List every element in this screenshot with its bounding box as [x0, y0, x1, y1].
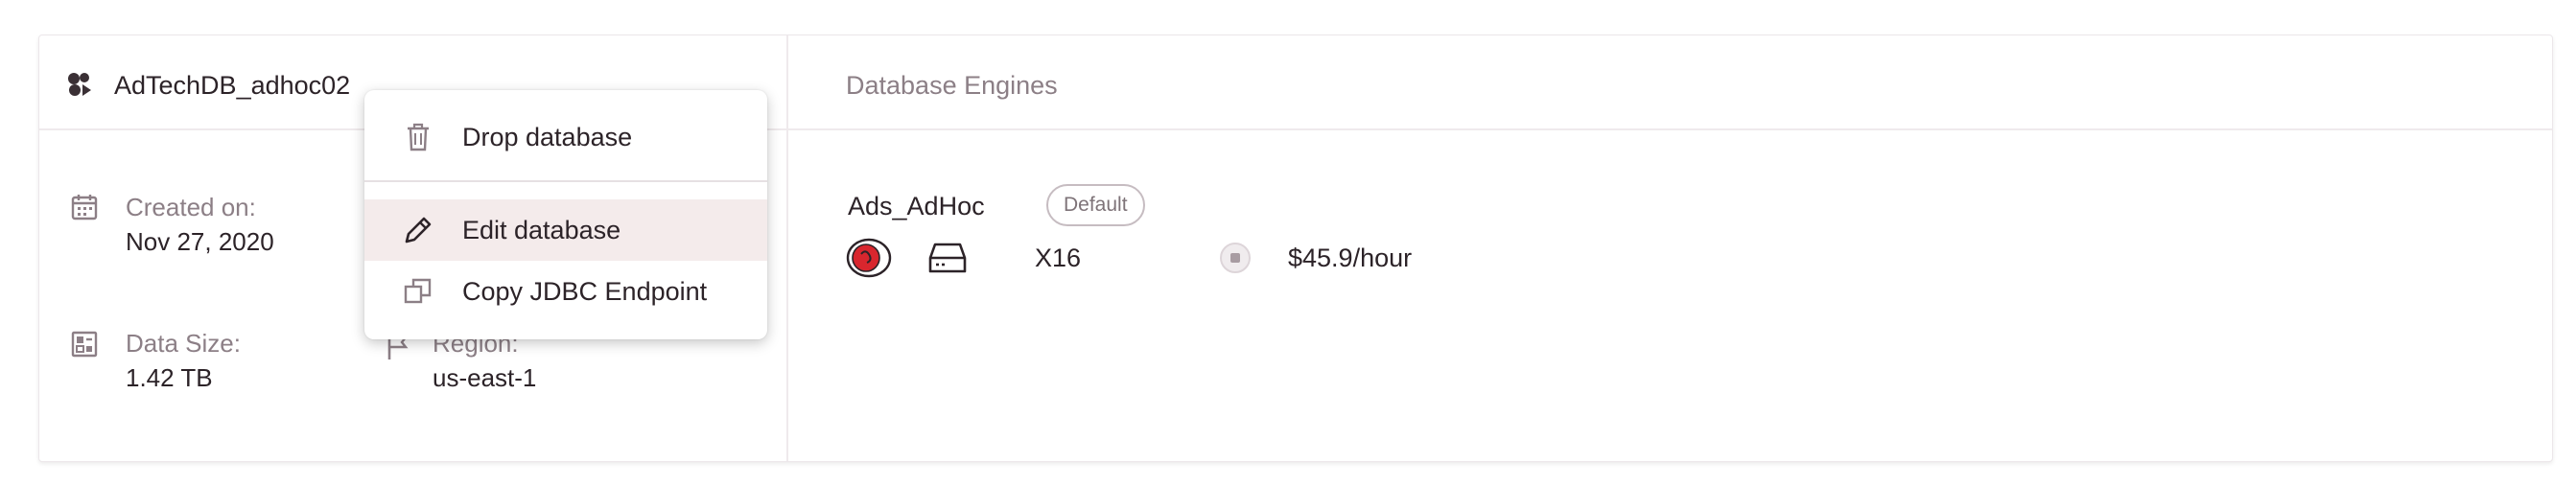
database-engines-panel: Database Engines Ads_AdHoc Default X16 $…	[788, 35, 2552, 461]
calendar-icon	[71, 195, 98, 220]
database-icon	[68, 73, 91, 96]
engine-stopped-status-icon	[1220, 243, 1251, 273]
database-name[interactable]: AdTechDB_adhoc02	[114, 70, 350, 101]
region-value: us-east-1	[433, 363, 537, 392]
edit-database-label: Edit database	[462, 216, 621, 244]
engine-type-icon	[846, 238, 892, 278]
data-size-label: Data Size:	[126, 329, 241, 358]
pencil-icon	[405, 217, 432, 244]
default-badge: Default	[1046, 184, 1145, 226]
engine-name[interactable]: Ads_AdHoc	[848, 191, 985, 221]
disk-icon	[928, 243, 967, 273]
engines-title: Database Engines	[846, 71, 1058, 100]
engine-size: X16	[1035, 244, 1082, 272]
menu-divider	[364, 180, 767, 182]
edit-database-menu-item[interactable]: Edit database	[364, 199, 767, 261]
trash-icon	[408, 123, 429, 151]
copy-icon	[404, 278, 432, 304]
drop-database-menu-item[interactable]: Drop database	[364, 106, 767, 168]
engine-price: $45.9/hour	[1288, 244, 1413, 272]
created-on-label: Created on:	[126, 193, 256, 221]
copy-jdbc-endpoint-menu-item[interactable]: Copy JDBC Endpoint	[364, 261, 767, 322]
database-context-menu: Drop database Edit database Copy JDBC En…	[364, 90, 767, 339]
created-on-value: Nov 27, 2020	[126, 227, 274, 256]
data-size-value: 1.42 TB	[126, 363, 213, 392]
drop-database-label: Drop database	[462, 123, 633, 151]
engines-header: Database Engines	[788, 35, 2552, 130]
data-size-icon	[71, 331, 98, 358]
copy-jdbc-endpoint-label: Copy JDBC Endpoint	[462, 277, 708, 306]
